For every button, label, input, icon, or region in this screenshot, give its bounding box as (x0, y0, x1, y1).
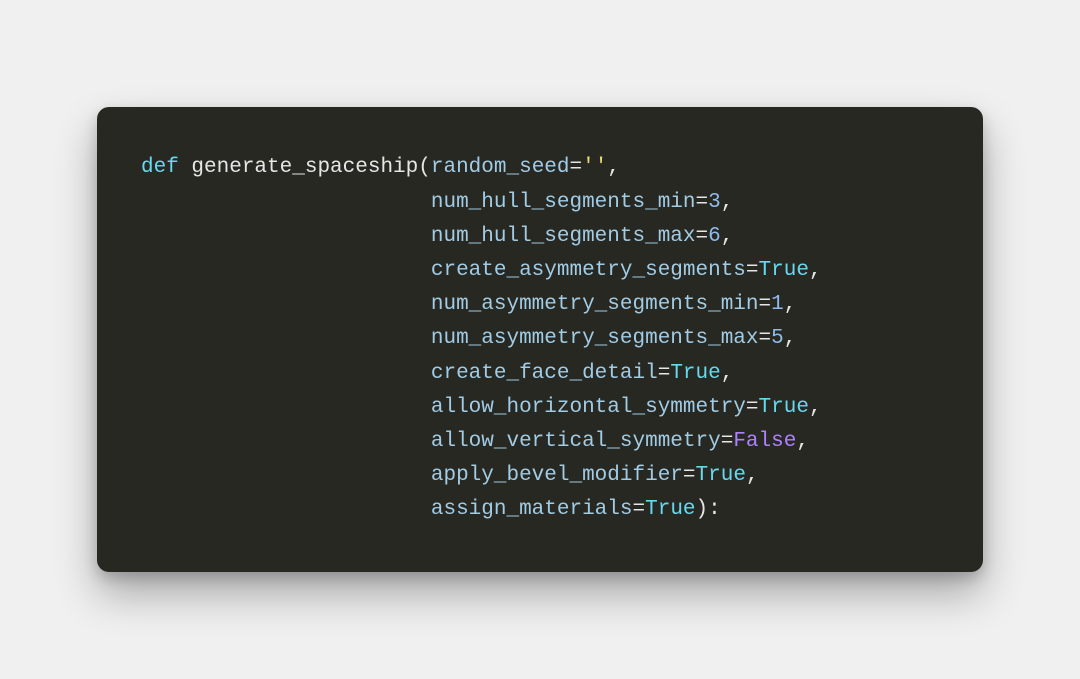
equals: = (721, 430, 734, 453)
comma: , (796, 430, 809, 453)
equals: = (570, 156, 583, 179)
open-paren: ( (418, 156, 431, 179)
param-name: num_hull_segments_max (431, 225, 696, 248)
param-name: apply_bevel_modifier (431, 464, 683, 487)
code-block: def generate_spaceship(random_seed='', n… (141, 151, 953, 527)
equals: = (658, 362, 671, 385)
equals: = (746, 259, 759, 282)
comma: , (784, 327, 797, 350)
equals: = (696, 225, 709, 248)
code-card: def generate_spaceship(random_seed='', n… (97, 107, 983, 571)
param-value: True (670, 362, 720, 385)
equals: = (683, 464, 696, 487)
equals: = (696, 191, 709, 214)
page-stage: def generate_spaceship(random_seed='', n… (0, 0, 1080, 679)
comma: , (721, 225, 734, 248)
param-value: True (759, 259, 809, 282)
param-value: True (696, 464, 746, 487)
param-name: allow_vertical_symmetry (431, 430, 721, 453)
param-value: False (733, 430, 796, 453)
keyword-def: def (141, 156, 179, 179)
param-value: '' (582, 156, 607, 179)
comma: , (721, 191, 734, 214)
param-name: num_asymmetry_segments_min (431, 293, 759, 316)
param-value: 5 (771, 327, 784, 350)
param-value: True (645, 498, 695, 521)
equals: = (759, 293, 772, 316)
param-value: 3 (708, 191, 721, 214)
comma: , (721, 362, 734, 385)
param-name: assign_materials (431, 498, 633, 521)
param-name: create_face_detail (431, 362, 658, 385)
param-name: num_hull_segments_min (431, 191, 696, 214)
comma: , (809, 259, 822, 282)
comma: , (746, 464, 759, 487)
equals: = (746, 396, 759, 419)
equals: = (633, 498, 646, 521)
param-value: True (759, 396, 809, 419)
param-name: create_asymmetry_segments (431, 259, 746, 282)
param-value: 6 (708, 225, 721, 248)
comma: , (784, 293, 797, 316)
param-value: 1 (771, 293, 784, 316)
param-name: allow_horizontal_symmetry (431, 396, 746, 419)
comma: , (607, 156, 620, 179)
function-name: generate_spaceship (191, 156, 418, 179)
equals: = (759, 327, 772, 350)
close-paren-colon: ): (696, 498, 721, 521)
comma: , (809, 396, 822, 419)
param-name: num_asymmetry_segments_max (431, 327, 759, 350)
param-name: random_seed (431, 156, 570, 179)
